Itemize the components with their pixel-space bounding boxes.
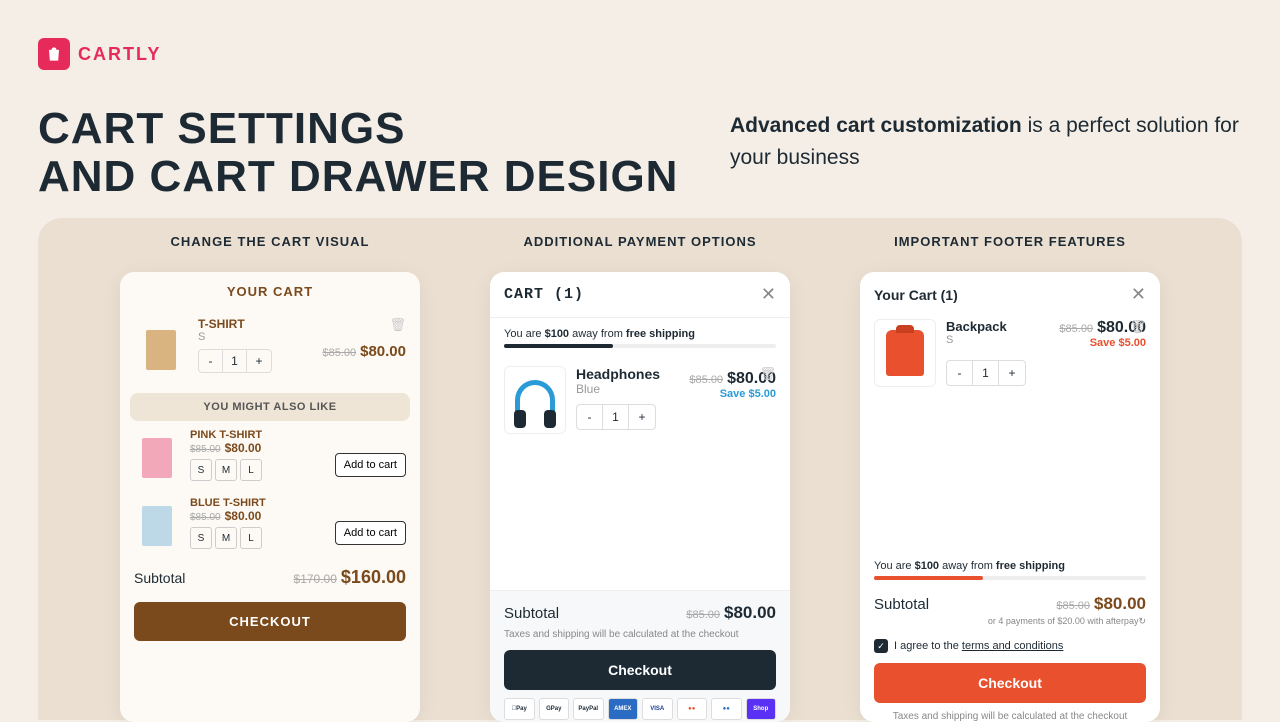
qty-stepper[interactable]: - 1 + [198, 349, 272, 373]
terms-link[interactable]: terms and conditions [962, 640, 1064, 652]
size-m[interactable]: M [215, 459, 237, 481]
cart-item: Headphones Blue - 1 + 🗑 $85.00$80.00 Sav… [490, 356, 790, 444]
product-image [134, 497, 180, 549]
terms-agree[interactable]: ✓ I agree to the terms and conditions [874, 639, 1146, 653]
brand-logo: CARTLY [38, 38, 161, 70]
close-icon[interactable]: ✕ [761, 284, 776, 305]
add-to-cart-button[interactable]: Add to cart [335, 453, 406, 477]
subtitle: Advanced cart customization is a perfect… [730, 110, 1280, 173]
card1-title: YOUR CART [120, 272, 420, 307]
checkout-button[interactable]: Checkout [874, 663, 1146, 703]
save-amount: Save $5.00 [1059, 337, 1146, 349]
recommend-item: BLUE T-SHIRT $85.00$80.00 SML Add to car… [120, 489, 420, 557]
trash-icon[interactable]: 🗑 [389, 317, 406, 333]
qty-value: 1 [223, 350, 247, 372]
qty-stepper[interactable]: - 1 + [946, 360, 1026, 386]
product-image [874, 319, 936, 387]
item-variant: Blue [576, 382, 679, 396]
size-s[interactable]: S [190, 527, 212, 549]
payment-options-card: CART (1) ✕ You are $100 away from free s… [490, 272, 790, 722]
recommend-header: YOU MIGHT ALSO LIKE [130, 393, 410, 421]
qty-minus[interactable]: - [199, 350, 223, 372]
qty-plus[interactable]: + [629, 405, 655, 429]
shipping-message: You are $100 away from free shipping [490, 318, 790, 344]
old-price: $85.00 [322, 347, 356, 359]
tax-note: Taxes and shipping will be calculated at… [504, 629, 776, 640]
cart-item: Backpack S - 1 + 🗑 $85.00$80.00 Save $5.… [860, 317, 1160, 397]
checkout-button[interactable]: CHECKOUT [134, 602, 406, 641]
progress-bar [874, 576, 1146, 580]
maestro-icon[interactable]: ●● [711, 698, 742, 720]
col2-title: ADDITIONAL PAYMENT OPTIONS [490, 234, 790, 249]
add-to-cart-button[interactable]: Add to cart [335, 521, 406, 545]
item-variant: S [946, 334, 1049, 346]
tax-note: Taxes and shipping will be calculated at… [874, 711, 1146, 722]
size-m[interactable]: M [215, 527, 237, 549]
subtotal-label: Subtotal [134, 570, 185, 586]
item-name: Headphones [576, 366, 679, 382]
qty-minus[interactable]: - [947, 361, 973, 385]
trash-icon[interactable]: 🗑 [1129, 319, 1146, 335]
product-image [504, 366, 566, 434]
footer-features-card: Your Cart (1) ✕ Backpack S - 1 + 🗑 $85.0… [860, 272, 1160, 722]
card3-footer: You are $100 away from free shipping Sub… [860, 554, 1160, 722]
col3-title: IMPORTANT FOOTER FEATURES [860, 234, 1160, 249]
paypal-icon[interactable]: PayPal [573, 698, 604, 720]
visa-icon[interactable]: VISA [642, 698, 673, 720]
cart-item: T-SHIRT S - 1 + 🗑 $85.00 $80.00 [120, 307, 420, 387]
product-image [134, 317, 188, 377]
card3-title: Your Cart (1) [874, 287, 958, 303]
size-l[interactable]: L [240, 527, 262, 549]
item-name: T-SHIRT [198, 317, 312, 331]
card2-footer: Subtotal$85.00$80.00 Taxes and shipping … [490, 590, 790, 722]
size-s[interactable]: S [190, 459, 212, 481]
rec-name: BLUE T-SHIRT [190, 497, 325, 509]
amex-icon[interactable]: AMEX [608, 698, 639, 720]
close-icon[interactable]: ✕ [1131, 284, 1146, 305]
shoppay-icon[interactable]: Shop [746, 698, 777, 720]
qty-plus[interactable]: + [999, 361, 1025, 385]
bag-icon [38, 38, 70, 70]
col1-title: CHANGE THE CART VISUAL [120, 234, 420, 249]
mastercard-icon[interactable]: ●● [677, 698, 708, 720]
product-image [134, 429, 180, 481]
card2-title: CART (1) [504, 286, 584, 303]
qty-minus[interactable]: - [577, 405, 603, 429]
qty-plus[interactable]: + [247, 350, 271, 372]
checkbox-icon[interactable]: ✓ [874, 639, 888, 653]
gpay-icon[interactable]: GPay [539, 698, 570, 720]
progress-bar [504, 344, 776, 348]
trash-icon[interactable]: 🗑 [759, 366, 776, 382]
save-amount: Save $5.00 [689, 388, 776, 400]
cart-visual-card: YOUR CART T-SHIRT S - 1 + 🗑 $85.00 $80.00… [120, 272, 420, 722]
size-l[interactable]: L [240, 459, 262, 481]
rec-name: PINK T-SHIRT [190, 429, 325, 441]
applepay-icon[interactable]: Pay [504, 698, 535, 720]
qty-value: 1 [973, 361, 999, 385]
item-name: Backpack [946, 319, 1049, 334]
afterpay-note: or 4 payments of $20.00 with afterpay↻ [874, 616, 1146, 627]
qty-value: 1 [603, 405, 629, 429]
price: $80.00 [360, 343, 406, 360]
qty-stepper[interactable]: - 1 + [576, 404, 656, 430]
item-variant: S [198, 331, 312, 343]
recommend-item: PINK T-SHIRT $85.00$80.00 SML Add to car… [120, 421, 420, 489]
brand-name: CARTLY [78, 44, 161, 65]
shipping-message: You are $100 away from free shipping [874, 554, 1146, 576]
page-title: CART SETTINGSAND CART DRAWER DESIGN [38, 105, 678, 202]
payment-icons: Pay GPay PayPal AMEX VISA ●● ●● Shop [504, 698, 776, 722]
checkout-button[interactable]: Checkout [504, 650, 776, 690]
